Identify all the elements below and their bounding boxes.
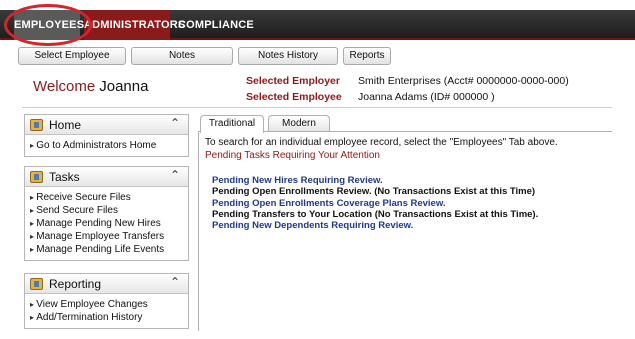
tasks-panel-header[interactable]: Tasks ⌃ (25, 167, 188, 187)
send-secure-files-link[interactable]: Send Secure Files (30, 204, 184, 217)
notes-button[interactable]: Notes (131, 47, 233, 65)
selected-employee-label: Selected Employee (246, 91, 342, 103)
welcome-user: Joanna (99, 78, 149, 95)
selected-employee-value: Joanna Adams (ID# 000000 ) (358, 91, 495, 103)
home-panel-header[interactable]: Home ⌃ (25, 115, 188, 135)
home-panel: Home ⌃ Go to Administrators Home (24, 114, 189, 157)
tab-administrators[interactable]: ADMINISTRATORS (84, 10, 185, 40)
pending-open-enrollments-text: Pending Open Enrollments Review. (No Tra… (212, 186, 536, 197)
reports-button[interactable]: Reports (343, 47, 391, 65)
main-content-border (198, 131, 199, 331)
top-nav-bar: EMPLOYEES ADMINISTRATORS COMPLIANCE (0, 10, 635, 40)
manage-employee-transfers-link[interactable]: Manage Employee Transfers (30, 230, 184, 243)
header-divider (22, 107, 612, 108)
selected-employer-label: Selected Employer (246, 75, 340, 87)
tab-traditional[interactable]: Traditional (200, 115, 264, 133)
receive-secure-files-link[interactable]: Receive Secure Files (30, 191, 184, 204)
selected-employer-value: Smith Enterprises (Acct# 0000000-0000-00… (358, 75, 569, 87)
go-to-administrators-home-link[interactable]: Go to Administrators Home (30, 139, 184, 152)
search-instruction: To search for an individual employee rec… (205, 137, 558, 148)
pending-new-hires-link[interactable]: Pending New Hires Requiring Review. (212, 175, 383, 186)
tasks-panel: Tasks ⌃ Receive Secure Files Send Secure… (24, 166, 189, 261)
view-employee-changes-link[interactable]: View Employee Changes (30, 298, 184, 311)
tasks-panel-title: Tasks (49, 170, 80, 184)
manage-pending-new-hires-link[interactable]: Manage Pending New Hires (30, 217, 184, 230)
tab-compliance[interactable]: COMPLIANCE (178, 10, 254, 40)
welcome-message: Welcome Joanna (33, 78, 148, 95)
reporting-panel: Reporting ⌃ View Employee Changes Add/Te… (24, 273, 189, 329)
notes-history-button[interactable]: Notes History (238, 47, 338, 65)
add-termination-history-link[interactable]: Add/Termination History (30, 311, 184, 324)
pending-new-dependents-link[interactable]: Pending New Dependents Requiring Review. (212, 220, 413, 231)
welcome-label: Welcome (33, 78, 96, 95)
home-panel-title: Home (49, 118, 82, 132)
pending-transfers-text: Pending Transfers to Your Location (No T… (212, 209, 539, 220)
tasks-panel-icon (30, 171, 43, 183)
manage-pending-life-events-link[interactable]: Manage Pending Life Events (30, 243, 184, 256)
pending-tasks-heading: Pending Tasks Requiring Your Attention (205, 150, 380, 161)
chevron-up-icon[interactable]: ⌃ (170, 116, 180, 130)
chevron-up-icon[interactable]: ⌃ (170, 275, 180, 289)
tab-modern[interactable]: Modern (268, 115, 330, 132)
toolbar: Select Employee Notes Notes History Repo… (0, 44, 635, 68)
pending-coverage-plans-link[interactable]: Pending Open Enrollments Coverage Plans … (212, 198, 446, 209)
reporting-panel-title: Reporting (49, 277, 102, 291)
select-employee-button[interactable]: Select Employee (18, 47, 126, 65)
reporting-panel-icon (30, 278, 43, 290)
reporting-panel-header[interactable]: Reporting ⌃ (25, 274, 188, 294)
home-panel-icon (30, 119, 43, 131)
tab-employees[interactable]: EMPLOYEES (14, 10, 84, 40)
chevron-up-icon[interactable]: ⌃ (170, 168, 180, 182)
